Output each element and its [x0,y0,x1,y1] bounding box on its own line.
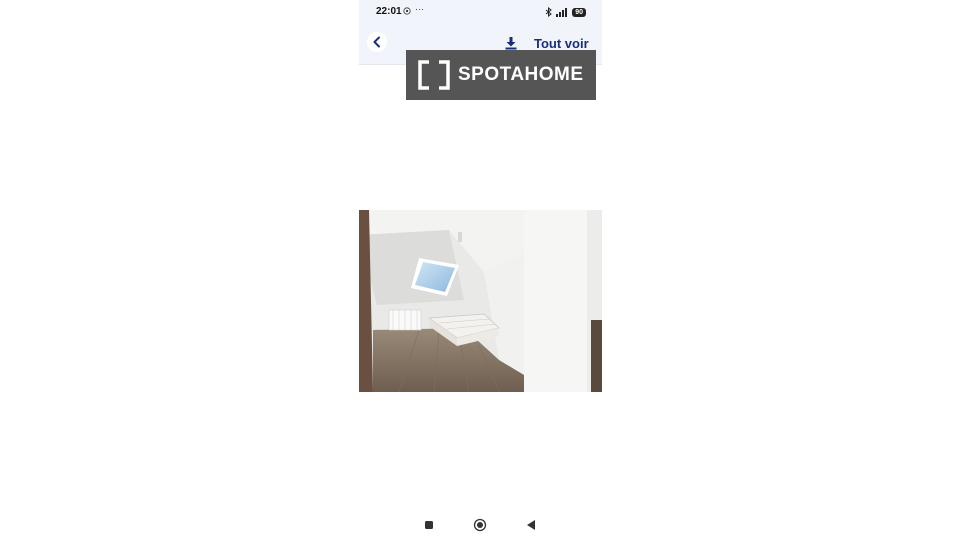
spotahome-brand-text: SPOTAHOME [458,64,584,85]
status-time: 22:01 [376,6,402,17]
status-icons: 90 [545,6,586,18]
system-nav-bar [359,510,602,540]
whatsapp-icon [403,7,411,15]
home-icon [473,518,487,532]
recent-apps-icon [425,521,433,529]
more-notifications-icon: ··· [415,4,424,14]
download-icon[interactable] [504,36,518,50]
recent-apps-button[interactable] [422,518,436,532]
back-icon [527,520,535,530]
status-bar: 22:01 ··· 90 [359,0,602,24]
battery-icon: 90 [572,7,586,17]
phone-screen: 22:01 ··· 90 Tout voir SPOTAHOME [359,0,602,540]
back-button[interactable] [367,32,387,52]
chevron-left-icon [373,36,380,48]
see-all-link[interactable]: Tout voir [534,36,589,51]
spotahome-watermark: SPOTAHOME [406,50,596,100]
home-button[interactable] [473,518,487,532]
room-photo[interactable] [359,210,602,392]
bluetooth-icon [545,7,553,17]
spotahome-bracket-icon [418,60,450,90]
back-nav-button[interactable] [524,518,538,532]
signal-icon [556,8,568,17]
